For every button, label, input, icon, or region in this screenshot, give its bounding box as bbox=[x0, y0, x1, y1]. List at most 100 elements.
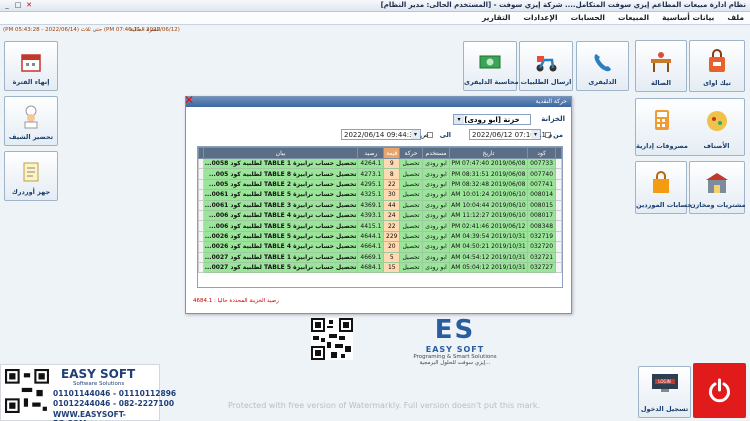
cell-user: ابو رودى bbox=[421, 251, 451, 263]
cell-movement: تحصيل bbox=[399, 241, 423, 253]
brand-website[interactable]: WWW.EASYSOFT-EG.COM bbox=[53, 410, 159, 421]
date-from-value: 2022/06/12 07:16:11 م bbox=[472, 131, 553, 139]
table-row[interactable]: تحصيل حساب ترابيزة 2 TABLE لطلبية كود 00… bbox=[198, 178, 562, 191]
power-button[interactable] bbox=[693, 363, 746, 418]
date-from-field[interactable]: 2022/06/12 07:16:11 م ▾ bbox=[469, 129, 553, 140]
menu-sales[interactable]: المبيعات bbox=[618, 13, 649, 22]
delivery-tile[interactable]: الدليفرى bbox=[576, 41, 629, 91]
calendar-dropdown-icon[interactable]: ▾ bbox=[531, 130, 540, 139]
close-button[interactable]: ✕ bbox=[24, 1, 34, 10]
cash-window-close-icon[interactable]: ✕ bbox=[184, 94, 196, 107]
menu-basic-data[interactable]: بيانات أساسية bbox=[662, 13, 714, 22]
cell-code: 032719 bbox=[526, 230, 557, 243]
row-selector-cell bbox=[555, 178, 562, 191]
chevron-down-icon[interactable]: ▾ bbox=[454, 115, 464, 124]
column-value[interactable]: قيمة bbox=[383, 147, 401, 159]
column-movement[interactable]: حركة bbox=[399, 147, 423, 159]
table-row[interactable]: تحصيل حساب ترابيزة 3 TABLE لطلبية كود 00… bbox=[198, 199, 562, 211]
cell-date: AM 05:04:12 2019/10/31 bbox=[449, 261, 528, 274]
minimize-button[interactable]: _ bbox=[2, 1, 12, 10]
table-row[interactable]: تحصيل حساب ترابيزة 4 TABLE لطلبية كود 00… bbox=[198, 241, 562, 253]
cell-description: تحصيل حساب ترابيزة 1 TABLE لطلبية كود 00… bbox=[202, 157, 359, 170]
delivery-label: الدليفرى bbox=[588, 78, 617, 86]
takeaway-icon bbox=[709, 49, 725, 72]
table-row[interactable]: تحصيل حساب ترابيزة 1 TABLE لطلبية كود 00… bbox=[198, 251, 562, 263]
admin-expenses-tile[interactable]: مصروفات إدارية bbox=[636, 99, 688, 154]
row-selector-cell bbox=[555, 157, 562, 170]
cell-code: 008014 bbox=[526, 189, 557, 201]
cell-description: تحصيل حساب ترابيزة 3 TABLE لطلبية كود 00… bbox=[202, 199, 359, 211]
takeaway-label: تيك اواى bbox=[703, 79, 731, 87]
maximize-button[interactable]: □ bbox=[13, 1, 23, 10]
table-row[interactable]: تحصيل حساب ترابيزة 4 TABLE لطلبية كود 00… bbox=[198, 209, 562, 222]
cell-value: 24 bbox=[383, 209, 401, 222]
login-tile[interactable]: LOGIN تسجيل الدخول bbox=[638, 366, 691, 418]
items-tile[interactable]: الأصناف bbox=[689, 99, 744, 154]
treasury-value: خزنة [ابو رودى] bbox=[464, 116, 520, 124]
prepare-chef-tile[interactable]: تحضير الشيف bbox=[4, 96, 58, 146]
dining-table-icon bbox=[651, 52, 671, 72]
prepare-order-tile[interactable]: جهز أوردرك bbox=[4, 151, 58, 201]
phone-icon bbox=[594, 54, 611, 72]
cell-value: 20 bbox=[383, 241, 401, 253]
hall-label: الصالة bbox=[651, 79, 671, 87]
row-selector-cell bbox=[555, 241, 562, 253]
cell-balance: 4684.1 bbox=[357, 261, 385, 274]
from-label: من bbox=[553, 131, 563, 139]
table-row[interactable]: تحصيل حساب ترابيزة 5 TABLE لطلبية كود 00… bbox=[198, 230, 562, 243]
supplier-accounts-tile[interactable]: حسابات الموردين bbox=[635, 161, 692, 214]
send-orders-tile[interactable]: ارسال الطلبيات bbox=[519, 41, 573, 91]
column-date[interactable]: تاريخ bbox=[449, 147, 528, 159]
cell-date: AM 04:50:21 2019/10/31 bbox=[449, 241, 528, 253]
row-selector-cell bbox=[555, 209, 562, 222]
order-note-icon bbox=[23, 162, 39, 182]
takeaway-tile[interactable]: تيك اواى bbox=[689, 40, 745, 92]
cell-user: ابو رودى bbox=[421, 241, 451, 253]
column-user[interactable]: مستخدم bbox=[421, 147, 451, 159]
table-row[interactable]: تحصيل حساب ترابيزة 5 TABLE لطلبية كود 00… bbox=[198, 261, 562, 274]
column-description[interactable]: بيان bbox=[202, 147, 359, 159]
menu-accounts[interactable]: الحسابات bbox=[571, 13, 605, 22]
menu-reports[interactable]: التقارير bbox=[482, 13, 510, 22]
branding-card: EASY SOFT Software Solutions 01101144046… bbox=[0, 364, 176, 421]
cell-date: PM 07:47:40 2019/06/08 bbox=[449, 157, 528, 170]
column-code[interactable]: كود bbox=[526, 147, 557, 159]
logo-brand: EASY SOFT bbox=[425, 345, 485, 354]
cell-description: تحصيل حساب ترابيزة 5 TABLE لطلبية كود 00… bbox=[202, 220, 359, 232]
cell-code: 032721 bbox=[526, 251, 557, 263]
cell-description: تحصيل حساب ترابيزة 4 TABLE لطلبية كود 00… bbox=[202, 241, 359, 253]
menu-settings[interactable]: الإعدادات bbox=[523, 13, 557, 22]
cell-description: تحصيل حساب ترابيزة 4 TABLE لطلبية كود 00… bbox=[202, 209, 359, 222]
treasury-select[interactable]: ▾ خزنة [ابو رودى] bbox=[453, 114, 531, 125]
cell-code: 032727 bbox=[526, 261, 557, 274]
cell-value: 15 bbox=[383, 261, 401, 274]
calendar-dropdown-icon[interactable]: ▾ bbox=[411, 130, 420, 139]
menu-file[interactable]: ملف bbox=[727, 13, 744, 22]
row-selector-cell bbox=[555, 168, 562, 180]
supplier-accounts-label: حسابات الموردين bbox=[636, 201, 692, 209]
send-orders-label: ارسال الطلبيات bbox=[520, 78, 572, 86]
table-row[interactable]: تحصيل حساب ترابيزة 5 TABLE لطلبية كود 00… bbox=[198, 189, 562, 201]
cash-icon bbox=[479, 55, 501, 69]
table-row[interactable]: تحصيل حساب ترابيزة 5 TABLE لطلبية كود 00… bbox=[198, 220, 562, 232]
cell-value: 44 bbox=[383, 199, 401, 211]
cell-movement: تحصيل bbox=[399, 168, 423, 180]
hall-tile[interactable]: الصالة bbox=[635, 40, 687, 92]
date-to-field[interactable]: 2022/06/14 09:44:30 ص ▾ bbox=[341, 129, 429, 140]
row-selector-cell bbox=[555, 220, 562, 232]
cell-date: AM 10:04:44 2019/06/10 bbox=[449, 199, 528, 211]
table-row[interactable]: تحصيل حساب ترابيزة 1 TABLE لطلبية كود 00… bbox=[198, 157, 562, 170]
easysoft-logo: ES EASY SOFT Programing & Smart Solution… bbox=[395, 315, 515, 385]
power-icon bbox=[709, 378, 730, 403]
cell-movement: تحصيل bbox=[399, 199, 423, 211]
end-shift-tile[interactable]: إنهاء الفترة bbox=[4, 41, 58, 91]
delivery-accounting-tile[interactable]: محاسبة الدليفرى bbox=[463, 41, 519, 91]
title-bar: _ □ ✕ نظام ادارة مبيعات المطاعم إيزي سوف… bbox=[0, 0, 750, 12]
brand-tagline: Software Solutions bbox=[73, 381, 125, 387]
table-row[interactable]: تحصيل حساب ترابيزة 8 TABLE لطلبية كود 00… bbox=[198, 168, 562, 180]
to-label: الى bbox=[439, 131, 451, 139]
purchases-stores-tile[interactable]: مشتريات ومخازن bbox=[689, 161, 746, 214]
cell-code: 007733 bbox=[526, 157, 557, 170]
cell-movement: تحصيل bbox=[399, 189, 423, 201]
column-balance[interactable]: رصيد bbox=[357, 147, 385, 159]
